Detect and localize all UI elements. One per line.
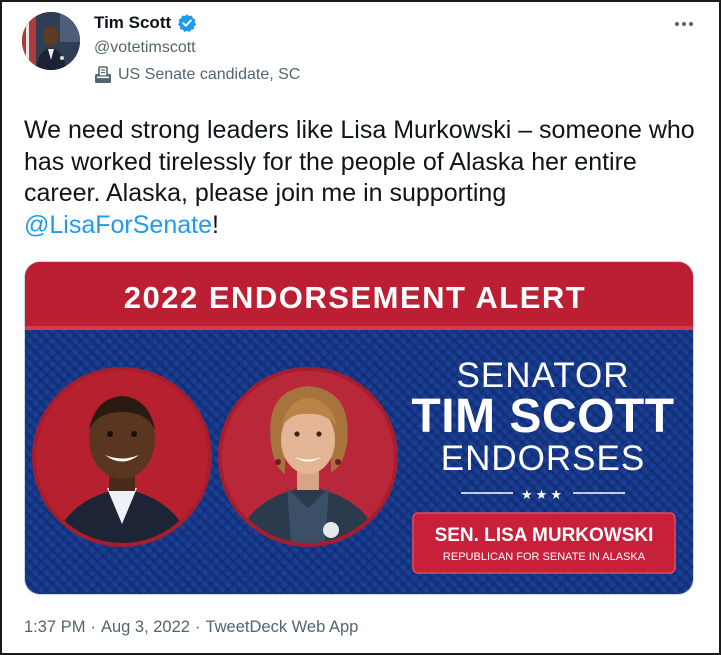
separator: · <box>90 618 96 636</box>
author-avatar[interactable] <box>22 12 80 70</box>
author-name-row[interactable]: Tim Scott <box>94 13 197 33</box>
tweet-time[interactable]: 1:37 PM <box>24 618 85 637</box>
portrait-tim-scott <box>32 367 212 547</box>
media-line-name: TIM SCOTT <box>411 390 674 443</box>
tweet-text-body: We need strong leaders like Lisa Murkows… <box>24 116 695 207</box>
tweet-media-image[interactable]: 2022 ENDORSEMENT ALERT SENATOR TIM SCOTT… <box>24 261 694 595</box>
author-label: US Senate candidate, SC <box>94 66 300 84</box>
author-handle[interactable]: @votetimscott <box>94 39 196 57</box>
more-horizontal-icon <box>675 22 693 26</box>
tweet-date[interactable]: Aug 3, 2022 <box>101 618 190 637</box>
tweet-text: We need strong leaders like Lisa Murkows… <box>24 115 704 241</box>
more-options-button[interactable] <box>671 14 697 34</box>
tweet-card: Tim Scott @votetimscott US Senate candid… <box>0 0 721 655</box>
badge-subtitle: REPUBLICAN FOR SENATE IN ALASKA <box>443 551 646 563</box>
separator: · <box>194 618 201 636</box>
author-display-name[interactable]: Tim Scott <box>94 13 171 33</box>
badge-name: SEN. LISA MURKOWSKI <box>435 525 654 546</box>
portrait-lisa-murkowski <box>218 367 398 547</box>
candidate-badge: SEN. LISA MURKOWSKI REPUBLICAN FOR SENAT… <box>412 512 676 574</box>
author-label-text: US Senate candidate, SC <box>118 66 301 83</box>
tweet-source[interactable]: TweetDeck Web App <box>205 618 358 637</box>
tweet-text-end: ! <box>211 210 219 239</box>
stars-divider: ★★★ <box>521 488 565 503</box>
media-line-endorses: ENDORSES <box>441 439 645 478</box>
banner-title: 2022 ENDORSEMENT ALERT <box>124 280 587 315</box>
ballot-box-icon <box>94 66 112 84</box>
tweet-timestamp-row: 1:37 PM · Aug 3, 2022 · TweetDeck Web Ap… <box>24 618 358 637</box>
mention-link[interactable]: @LisaForSenate <box>24 211 212 239</box>
verified-badge-icon <box>177 13 197 33</box>
